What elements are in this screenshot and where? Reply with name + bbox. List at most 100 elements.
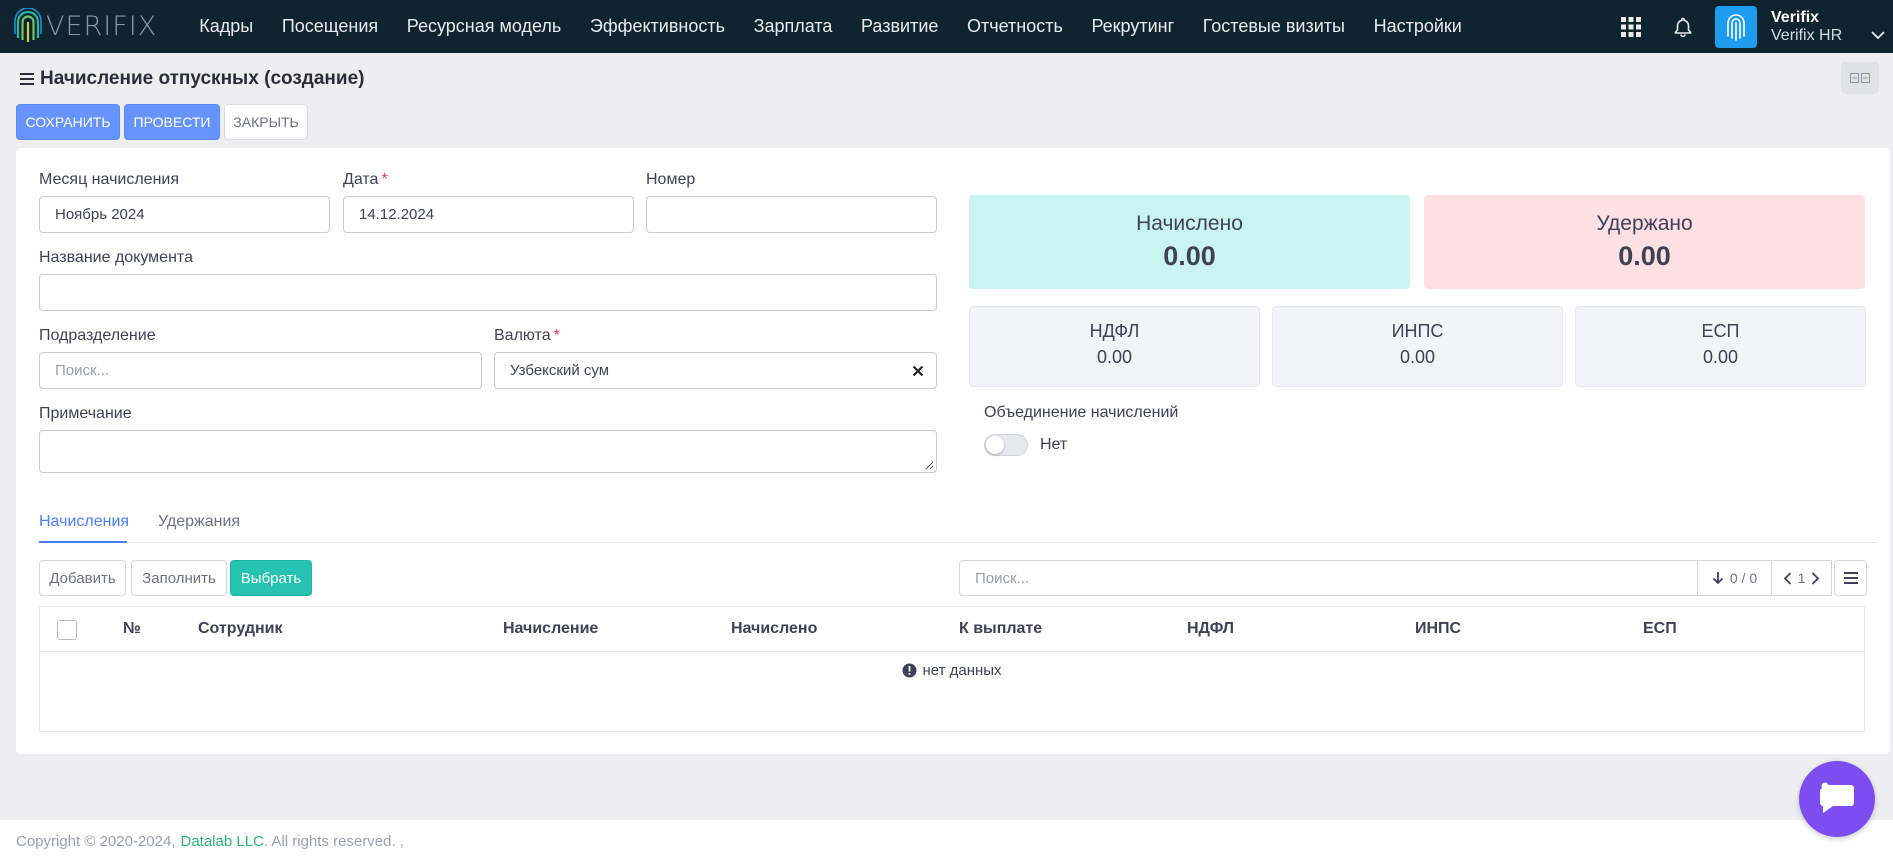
page-number[interactable]: 1 (1798, 570, 1806, 586)
date-input[interactable]: 14.12.2024 (343, 196, 634, 233)
merge-toggle[interactable] (984, 434, 1028, 456)
column-header-payable[interactable]: К выплате (959, 620, 1042, 638)
table-header: № Сотрудник Начисление Начислено К выпла… (40, 607, 1864, 652)
number-input[interactable] (646, 196, 937, 233)
column-header-accrual[interactable]: Начисление (503, 620, 598, 638)
user-menu[interactable]: Verifix Verifix HR (1771, 9, 1885, 45)
select-all-checkbox[interactable] (57, 620, 77, 640)
merge-value-text: Нет (1040, 436, 1068, 453)
accrued-label: Начислено (1136, 212, 1243, 235)
notifications-button[interactable] (1663, 7, 1703, 47)
number-label-text: Номер (646, 171, 696, 188)
tab-accruals[interactable]: Начисления (39, 513, 129, 531)
toggle-knob (986, 436, 1004, 454)
nav-item-salary[interactable]: Зарплата (739, 0, 846, 53)
withheld-value: 0.00 (1618, 241, 1671, 271)
close-button[interactable]: ЗАКРЫТЬ (224, 104, 308, 140)
document-actions: СОХРАНИТЬ ПРОВЕСТИ ЗАКРЫТЬ (16, 104, 308, 140)
note-textarea[interactable] (39, 430, 937, 473)
number-label: Номер (646, 171, 695, 189)
column-header-accrued[interactable]: Начислено (731, 620, 817, 638)
nav-item-resource-model[interactable]: Ресурсная модель (392, 0, 575, 53)
nav-item-development[interactable]: Развитие (847, 0, 953, 53)
empty-text: нет данных (922, 662, 1002, 679)
inps-summary: ИНПС 0.00 (1272, 306, 1563, 387)
column-settings-button[interactable] (1834, 560, 1867, 596)
note-label: Примечание (39, 405, 132, 423)
row-count[interactable]: 0 / 0 (1697, 560, 1772, 596)
ndfl-label: НДФЛ (1089, 321, 1140, 341)
nav-item-reports[interactable]: Отчетность (953, 0, 1077, 53)
chevron-right-icon[interactable] (1811, 571, 1820, 585)
logo[interactable]: VERIFIX (14, 0, 179, 53)
nav-item-efficiency[interactable]: Эффективность (576, 0, 740, 53)
esp-label: ЕСП (1701, 321, 1740, 341)
add-button[interactable]: Добавить (39, 560, 126, 596)
date-label-text: Дата (343, 171, 379, 188)
merge-label-text: Объединение начислений (984, 404, 1179, 421)
apps-grid-button[interactable] (1611, 7, 1651, 47)
top-navbar: VERIFIX Кадры Посещения Ресурсная модель… (0, 0, 1893, 53)
note-label-text: Примечание (39, 405, 132, 422)
division-search-input[interactable]: Поиск... (39, 352, 482, 389)
pagination: 1 (1771, 560, 1832, 596)
apps-grid-icon (1621, 16, 1641, 37)
inps-value: 0.00 (1399, 347, 1436, 367)
nav-item-recruiting[interactable]: Рекрутинг (1077, 0, 1188, 53)
division-label: Подразделение (39, 327, 156, 345)
top-right-controls: Verifix Verifix HR (1611, 0, 1893, 53)
footer-company-link[interactable]: Datalab LLC (181, 833, 264, 850)
sort-down-icon (1712, 572, 1724, 585)
chat-button[interactable] (1799, 761, 1875, 837)
ndfl-summary: НДФЛ 0.00 (969, 306, 1260, 387)
page-title: Начисление отпускных (создание) (40, 68, 365, 89)
doc-name-label-text: Название документа (39, 249, 193, 266)
nav-item-staff[interactable]: Кадры (185, 0, 268, 53)
column-header-employee[interactable]: Сотрудник (198, 620, 283, 638)
esp-value: 0.00 (1702, 347, 1739, 367)
nav-item-settings[interactable]: Настройки (1359, 0, 1476, 53)
menu-icon[interactable] (20, 73, 34, 85)
accruals-table: № Сотрудник Начисление Начислено К выпла… (39, 606, 1865, 732)
doc-name-input[interactable] (39, 274, 937, 311)
nav-item-attendance[interactable]: Посещения (268, 0, 393, 53)
post-button[interactable]: ПРОВЕСТИ (124, 104, 220, 140)
layout-toggle-button[interactable] (1841, 62, 1879, 94)
active-tab-indicator (39, 541, 127, 543)
table-search-input[interactable]: Поиск... (959, 560, 1697, 596)
merge-value: Нет (1040, 436, 1067, 454)
column-header-ndfl[interactable]: НДФЛ (1187, 620, 1234, 638)
row-count-text: 0 / 0 (1729, 570, 1758, 586)
merge-label: Объединение начислений (984, 404, 1178, 422)
column-header-number[interactable]: № (123, 620, 141, 638)
column-header-inps[interactable]: ИНПС (1415, 620, 1461, 638)
save-button[interactable]: СОХРАНИТЬ (16, 104, 120, 140)
avatar[interactable] (1715, 5, 1757, 48)
close-icon[interactable] (912, 365, 924, 377)
required-mark: * (381, 171, 388, 188)
list-menu-icon (1843, 572, 1858, 584)
ndfl-value: 0.00 (1096, 347, 1133, 367)
bell-icon (1674, 17, 1692, 37)
fingerprint-icon (1727, 13, 1745, 41)
tab-deductions[interactable]: Удержания (158, 513, 240, 531)
column-header-esp[interactable]: ЕСП (1643, 620, 1677, 638)
month-select[interactable]: Ноябрь 2024 (39, 196, 330, 233)
footer-copyright: Copyright © 2020-2024, (16, 833, 176, 850)
fill-button[interactable]: Заполнить (131, 560, 227, 596)
footer: Copyright © 2020-2024, Datalab LLC. All r… (0, 820, 1893, 864)
month-label: Месяц начисления (39, 171, 179, 189)
nav-item-guest-visits[interactable]: Гостевые визиты (1188, 0, 1359, 53)
currency-select[interactable]: Узбекский сум (494, 352, 937, 389)
currency-label-text: Валюта (494, 327, 551, 344)
resize-grip-icon[interactable] (924, 460, 934, 470)
currency-label: Валюта * (494, 327, 560, 345)
select-button[interactable]: Выбрать (230, 560, 312, 596)
chevron-left-icon[interactable] (1783, 571, 1792, 585)
empty-state: нет данных (40, 662, 1864, 679)
required-mark: * (553, 327, 560, 344)
tabs: Начисления Удержания (39, 503, 1877, 543)
accrued-summary: Начислено 0.00 (969, 195, 1410, 289)
withheld-summary: Удержано 0.00 (1424, 195, 1865, 289)
chat-icon (1820, 782, 1854, 813)
